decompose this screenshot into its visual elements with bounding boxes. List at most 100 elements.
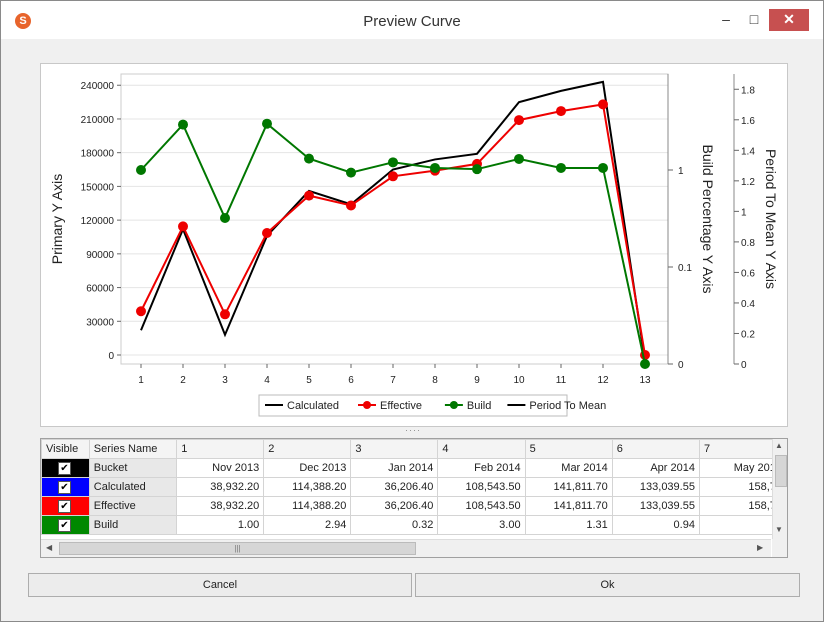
x-tick-label: 11 (556, 375, 567, 386)
table-row[interactable]: ✔ Build 1.00 2.94 0.32 3.00 1.31 0.94 (41, 515, 787, 535)
value-cell[interactable]: 3.00 (437, 515, 526, 535)
y-tick-label: 210000 (81, 115, 115, 126)
point-build (178, 119, 188, 130)
series-name-cell[interactable]: Effective (88, 496, 178, 516)
minimize-button[interactable]: – (713, 9, 739, 31)
point-build (514, 153, 524, 164)
header-series-name[interactable]: Series Name (88, 439, 178, 459)
value-cell[interactable]: 108,543.50 (437, 477, 526, 497)
ok-button[interactable]: Ok (415, 573, 800, 597)
value-cell[interactable]: 0.94 (611, 515, 700, 535)
header-column[interactable]: 2 (263, 439, 352, 459)
table-row[interactable]: ✔ Effective 38,932.20 114,388.20 36,206.40 10… (41, 496, 787, 516)
y3-tick-label: 1.4 (741, 146, 755, 157)
value-cell[interactable]: 2.94 (263, 515, 352, 535)
vertical-scrollbar[interactable]: ▲ ▼ (772, 439, 787, 539)
value-cell[interactable]: 38,932.20 (176, 496, 265, 516)
series-name-cell[interactable]: Build (88, 515, 178, 535)
header-column[interactable]: 4 (437, 439, 526, 459)
header-column[interactable]: 3 (350, 439, 439, 459)
y2-tick-label: 0.1 (678, 263, 692, 274)
scroll-down-icon[interactable]: ▼ (775, 525, 783, 534)
value-cell[interactable]: Apr 2014 (611, 458, 700, 478)
legend-label: Build (467, 400, 491, 412)
point-effective (556, 106, 566, 117)
header-column[interactable]: 6 (611, 439, 700, 459)
header-visible[interactable]: Visible (41, 439, 90, 459)
value-cell[interactable]: 141,811.70 (524, 477, 613, 497)
series-table: Visible Series Name 1 2 3 4 5 6 7 ✔ Bucket Nov 201… (41, 439, 787, 535)
plot-area (120, 73, 669, 365)
scroll-left-icon[interactable]: ◀ (46, 543, 52, 552)
series-color-swatch[interactable]: ✔ (41, 477, 90, 497)
point-effective (388, 171, 398, 182)
series-color-swatch[interactable]: ✔ (41, 515, 90, 535)
y-tick-label: 90000 (86, 250, 114, 261)
value-cell[interactable]: 141,811.70 (524, 496, 613, 516)
visible-checkbox[interactable]: ✔ (58, 481, 71, 494)
scroll-up-icon[interactable]: ▲ (775, 441, 783, 450)
value-cell[interactable]: 0.32 (350, 515, 439, 535)
scroll-right-icon[interactable]: ▶ (757, 543, 763, 552)
close-button[interactable]: ✕ (769, 9, 809, 31)
point-build (430, 162, 440, 173)
header-column[interactable]: 1 (176, 439, 265, 459)
point-build (262, 118, 272, 129)
series-name-cell[interactable]: Bucket (88, 458, 178, 478)
value-cell[interactable]: 133,039.55 (611, 496, 700, 516)
series-name-cell[interactable]: Calculated (88, 477, 178, 497)
x-tick-label: 13 (639, 375, 651, 386)
y-tick-label: 180000 (81, 149, 115, 160)
scroll-corner (772, 539, 787, 557)
visible-checkbox[interactable]: ✔ (58, 500, 71, 513)
header-column[interactable]: 5 (524, 439, 613, 459)
point-build (220, 213, 230, 224)
title-bar: S Preview Curve – □ ✕ (1, 1, 823, 39)
value-cell[interactable]: 1.31 (524, 515, 613, 535)
legend-marker (363, 401, 371, 409)
value-cell[interactable]: 114,388.20 (263, 477, 352, 497)
y3-tick-label: 0.6 (741, 268, 755, 279)
maximize-button[interactable]: □ (741, 9, 767, 31)
table-row[interactable]: ✔ Bucket Nov 2013 Dec 2013 Jan 2014 Feb 2014 M… (41, 458, 787, 478)
visible-checkbox[interactable]: ✔ (58, 462, 71, 475)
x-tick-label: 12 (597, 375, 609, 386)
x-tick-label: 6 (348, 375, 354, 386)
value-cell[interactable]: 114,388.20 (263, 496, 352, 516)
point-build (556, 162, 566, 173)
value-cell[interactable]: Mar 2014 (524, 458, 613, 478)
value-cell[interactable]: Jan 2014 (350, 458, 439, 478)
y-axis-title: Primary Y Axis (49, 174, 65, 265)
value-cell[interactable]: 36,206.40 (350, 477, 439, 497)
table-row[interactable]: ✔ Calculated 38,932.20 114,388.20 36,206.40 1… (41, 477, 787, 497)
value-cell[interactable]: Nov 2013 (176, 458, 265, 478)
point-build (598, 162, 608, 173)
series-color-swatch[interactable]: ✔ (41, 458, 90, 478)
value-cell[interactable]: 38,932.20 (176, 477, 265, 497)
value-cell[interactable]: 36,206.40 (350, 496, 439, 516)
value-cell[interactable]: 1.00 (176, 515, 265, 535)
x-tick-label: 3 (222, 375, 228, 386)
scroll-thumb[interactable] (775, 455, 787, 487)
y2-tick-label: 0 (678, 360, 684, 371)
x-tick-label: 5 (306, 375, 312, 386)
point-effective (598, 99, 608, 110)
value-cell[interactable]: 133,039.55 (611, 477, 700, 497)
splitter-grip[interactable]: ···· (405, 426, 421, 435)
series-grid: Visible Series Name 1 2 3 4 5 6 7 ✔ Bucket Nov 201… (40, 438, 788, 558)
cancel-button[interactable]: Cancel (28, 573, 412, 597)
y-tick-label: 60000 (86, 284, 114, 295)
visible-checkbox[interactable]: ✔ (58, 519, 71, 532)
chart-panel: 0 30000 60000 90000 120000 150000 180000 210000… (40, 63, 788, 427)
point-build (346, 167, 356, 178)
x-tick-label: 2 (180, 375, 186, 386)
y3-tick-label: 1 (741, 207, 747, 218)
horizontal-scrollbar[interactable]: ◀ ||| ▶ (41, 539, 771, 557)
value-cell[interactable]: Dec 2013 (263, 458, 352, 478)
hscroll-thumb[interactable]: ||| (59, 542, 416, 555)
y-tick-label: 0 (108, 351, 114, 362)
value-cell[interactable]: Feb 2014 (437, 458, 526, 478)
point-build (472, 164, 482, 175)
value-cell[interactable]: 108,543.50 (437, 496, 526, 516)
series-color-swatch[interactable]: ✔ (41, 496, 90, 516)
